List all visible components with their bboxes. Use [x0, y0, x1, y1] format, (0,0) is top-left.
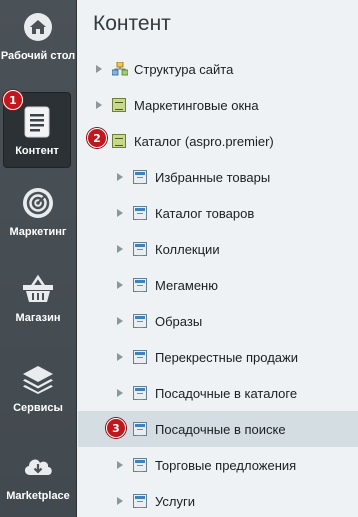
- sidebar-item-shop[interactable]: Магазин: [0, 272, 76, 332]
- infoblock-icon: [133, 458, 147, 472]
- sidebar-item-label: Рабочий стол: [0, 50, 76, 62]
- tree-item-services[interactable]: Услуги: [78, 483, 358, 517]
- tree-item-label: Торговые предложения: [155, 457, 297, 473]
- infoblock-icon: [133, 314, 147, 328]
- tree-item-marketing-windows[interactable]: Маркетинговые окна: [78, 87, 358, 123]
- infoblock-icon: [133, 242, 147, 256]
- left-sidebar: Рабочий стол Контент Маркетинг Магазин С…: [0, 0, 77, 517]
- tree-item-catalog-aspro[interactable]: Каталог (aspro.premier): [78, 123, 358, 159]
- cloud-download-icon: [21, 450, 55, 484]
- tree-item-label: Структура сайта: [134, 61, 234, 77]
- infoblock-icon: [133, 170, 147, 184]
- list-icon: [112, 98, 126, 112]
- expand-arrow-icon[interactable]: [117, 389, 123, 397]
- tree-item-label: Маркетинговые окна: [134, 97, 259, 113]
- expand-arrow-icon[interactable]: [117, 245, 123, 253]
- tree-item-cross-sales[interactable]: Перекрестные продажи: [78, 339, 358, 375]
- tree-item-label: Посадочные в каталоге: [155, 385, 298, 401]
- infoblock-icon: [133, 494, 147, 508]
- layers-icon: [21, 362, 55, 396]
- tree-item-label: Образы: [155, 313, 203, 329]
- sidebar-item-marketplace[interactable]: Marketplace: [0, 450, 76, 510]
- infoblock-icon: [133, 350, 147, 364]
- page-title: Контент: [93, 12, 171, 35]
- sidebar-item-label: Marketplace: [6, 490, 70, 502]
- tree-item-trade-offers[interactable]: Торговые предложения: [78, 447, 358, 483]
- target-icon: [21, 186, 55, 220]
- document-icon: [20, 105, 54, 139]
- tree-item-megamenu[interactable]: Мегаменю: [78, 267, 358, 303]
- sidebar-item-label: Маркетинг: [9, 226, 67, 238]
- tree-item-product-catalog[interactable]: Каталог товаров: [78, 195, 358, 231]
- expand-arrow-icon[interactable]: [117, 173, 123, 181]
- list-icon: [112, 134, 126, 148]
- expand-arrow-icon[interactable]: [117, 281, 123, 289]
- tree-item-label: Посадочные в поиске: [155, 421, 286, 437]
- sidebar-item-services[interactable]: Сервисы: [0, 362, 76, 422]
- tree-item-label: Каталог (aspro.premier): [134, 133, 274, 149]
- infoblock-icon: [133, 278, 147, 292]
- home-icon: [21, 10, 55, 44]
- infoblock-icon: [133, 422, 147, 436]
- tree-item-site-structure[interactable]: Структура сайта: [78, 51, 358, 87]
- site-structure-icon: [111, 61, 129, 76]
- infoblock-icon: [133, 206, 147, 220]
- expand-arrow-icon[interactable]: [117, 353, 123, 361]
- tree-item-label: Каталог товаров: [155, 205, 255, 221]
- expand-arrow-icon[interactable]: [117, 461, 123, 469]
- step-badge-3: 3: [106, 418, 126, 438]
- tree-item-label: Мегаменю: [155, 277, 218, 293]
- tree-item-favorites[interactable]: Избранные товары: [78, 159, 358, 195]
- tree-item-label: Избранные товары: [155, 169, 271, 185]
- tree-item-collections[interactable]: Коллекции: [78, 231, 358, 267]
- sidebar-item-desktop[interactable]: Рабочий стол: [0, 10, 76, 80]
- sidebar-item-marketing[interactable]: Маркетинг: [0, 186, 76, 246]
- expand-arrow-icon[interactable]: [117, 497, 123, 505]
- tree-item-landing-catalog[interactable]: Посадочные в каталоге: [78, 375, 358, 411]
- expand-arrow-icon[interactable]: [96, 101, 102, 109]
- tree-item-label: Коллекции: [155, 241, 220, 257]
- tree-item-label: Перекрестные продажи: [155, 349, 298, 365]
- content-panel: Контент Структура сайта Маркетинговые ок…: [78, 0, 358, 517]
- step-badge-2: 2: [87, 128, 107, 148]
- sidebar-item-label: Сервисы: [13, 402, 63, 414]
- tree-item-looks[interactable]: Образы: [78, 303, 358, 339]
- sidebar-item-label: Контент: [15, 145, 59, 157]
- sidebar-item-label: Магазин: [15, 312, 61, 324]
- step-badge-1: 1: [3, 90, 23, 110]
- expand-arrow-icon[interactable]: [117, 317, 123, 325]
- expand-arrow-icon[interactable]: [117, 209, 123, 217]
- expand-arrow-icon[interactable]: [96, 65, 102, 73]
- tree-item-label: Услуги: [155, 493, 195, 509]
- basket-icon: [21, 272, 55, 306]
- infoblock-icon: [133, 386, 147, 400]
